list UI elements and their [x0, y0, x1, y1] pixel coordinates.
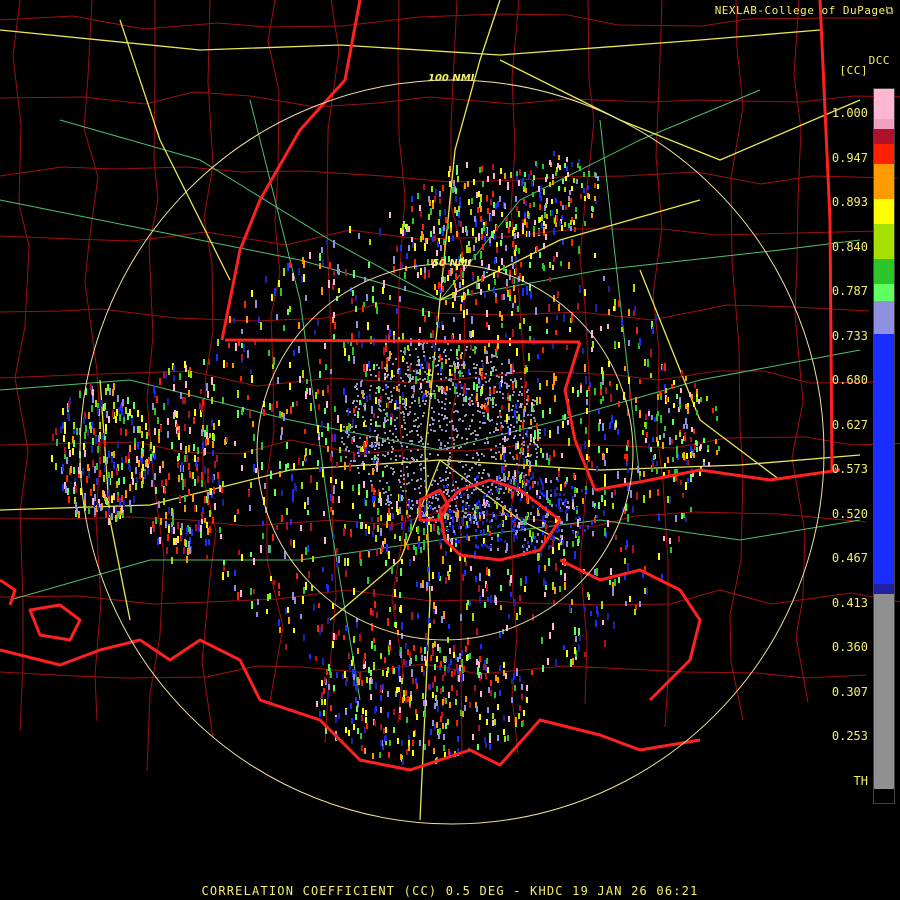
state-line-9 [28, 603, 82, 642]
legend-label: 0.733 [831, 328, 868, 343]
legend-label: TH [853, 773, 868, 788]
highway-line-8 [499, 59, 861, 161]
state-line-10 [0, 578, 17, 606]
credit-header[interactable]: NEXLAB-College of DuPage⧉ [715, 4, 894, 18]
legend-label: 0.947 [831, 150, 868, 165]
legend-segment-orange [874, 164, 894, 199]
state-line-1 [818, 0, 834, 471]
highway-line-5 [119, 19, 231, 281]
legend-segment-yellow [874, 199, 894, 224]
legend-segment-green [874, 259, 894, 284]
legend-label: 0.840 [831, 239, 868, 254]
legend-label: 1.000 [831, 106, 868, 120]
legend-label: 0.307 [831, 684, 868, 699]
legend-label: 0.253 [831, 729, 868, 743]
legend-segment-red [874, 144, 894, 164]
legend-label: 0.627 [831, 417, 868, 432]
radar-map [0, 0, 900, 825]
product-caption: CORRELATION COEFFICIENT (CC) 0.5 DEG - K… [201, 884, 699, 898]
credit-text: NEXLAB-College of DuPage [714, 4, 886, 17]
legend-segment-light_green [874, 284, 894, 301]
county-boundaries [0, 0, 900, 772]
legend-segment-dark_red [874, 129, 894, 144]
product-unit: [CC] [839, 64, 868, 77]
external-link-icon: ⧉ [885, 4, 894, 17]
color-legend-bar [873, 88, 895, 804]
county-lines [0, 0, 900, 772]
highway-line-0 [0, 29, 821, 56]
road-line-7 [599, 519, 861, 541]
legend-segment-lavender [874, 301, 894, 334]
state-line-8 [559, 558, 702, 702]
legend-label: 0.787 [831, 284, 868, 298]
legend-label: 0.520 [831, 506, 868, 521]
legend-segment-light_pink [874, 119, 894, 129]
product-code: DCC [868, 54, 890, 67]
legend-segment-lime [874, 224, 894, 259]
legend-label: 0.360 [831, 640, 868, 654]
legend-segment-pink [874, 89, 894, 119]
legend-label: 0.893 [831, 195, 868, 209]
legend-segment-black [874, 789, 894, 803]
legend-segment-blue [874, 334, 894, 584]
highway-line-7 [639, 269, 781, 481]
range-ring-label-50: 50 NMI [432, 258, 472, 269]
legend-label: 0.680 [831, 373, 868, 387]
radar-map-page: 100 NMI 50 NMI NEXLAB-College of DuPage⧉… [0, 0, 900, 900]
state-line-0 [224, 338, 581, 344]
radar-echoes [51, 151, 720, 765]
legend-label: 0.413 [831, 595, 868, 610]
legend-label: 0.467 [831, 551, 868, 565]
legend-segment-navy [874, 584, 894, 594]
legend-segment-gray [874, 594, 894, 789]
road-line-6 [9, 559, 300, 601]
range-ring-label-100: 100 NMI [428, 73, 475, 84]
legend-label: 0.573 [831, 462, 868, 476]
road-line-1 [59, 119, 441, 301]
